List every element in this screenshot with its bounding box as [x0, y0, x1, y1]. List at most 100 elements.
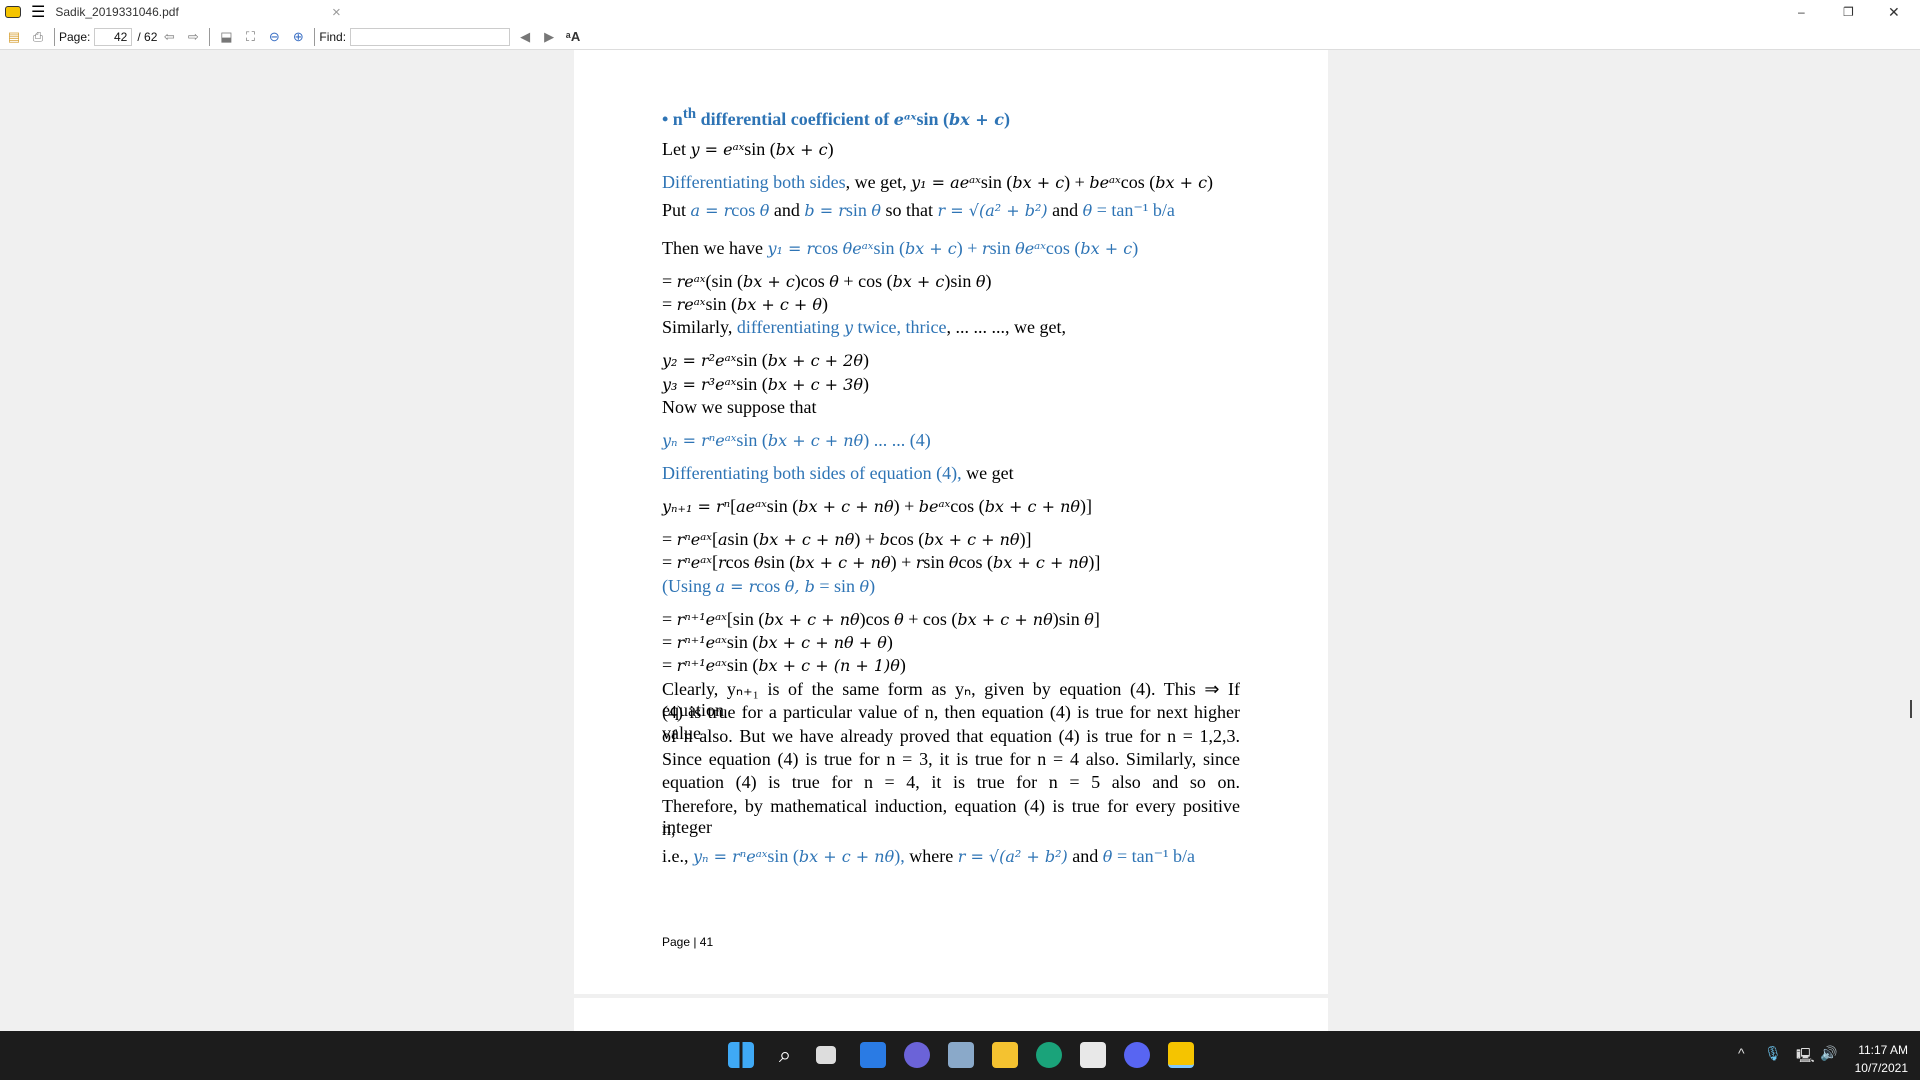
- minimize-button[interactable]: –: [1798, 5, 1805, 19]
- zoom-out-icon[interactable]: ⊖: [265, 28, 283, 46]
- match-case-icon[interactable]: ᵃA: [564, 28, 582, 46]
- paragraph-line: n,: [662, 818, 676, 839]
- text-run: bx + c: [742, 272, 795, 291]
- text-run: θ: [975, 272, 986, 291]
- widgets-icon[interactable]: [860, 1042, 886, 1068]
- text-run: y: [843, 318, 854, 337]
- close-window-button[interactable]: ✕: [1888, 4, 1900, 21]
- start-icon[interactable]: [728, 1042, 754, 1068]
- next-page-icon[interactable]: ⇨: [184, 28, 202, 46]
- text-run: b = r: [804, 201, 846, 220]
- text-run: cos: [725, 552, 755, 572]
- text-run: bx + c + nθ: [764, 610, 860, 629]
- text-run: sin (: [736, 350, 768, 370]
- equation-line: Then we have y₁ = rcos θeᵃˣsin (bx + c) …: [662, 238, 1138, 259]
- menu-icon[interactable]: ☰: [31, 2, 45, 22]
- photos-icon[interactable]: [948, 1042, 974, 1068]
- text-run: differential coefficient of: [696, 109, 894, 129]
- microphone-icon[interactable]: 🎙: [1764, 1045, 1782, 1062]
- equation-line: yₙ₊₁ = rⁿ[aeᵃˣsin (bx + c + nθ) + beᵃˣco…: [662, 496, 1092, 517]
- text-run: )sin: [944, 271, 976, 291]
- find-next-icon[interactable]: ▶: [540, 28, 558, 46]
- text-run: )cos: [794, 271, 830, 291]
- text-run: sin (: [705, 294, 737, 314]
- text-run: so that: [881, 200, 938, 220]
- equation-line: = rⁿ⁺¹eᵃˣ[sin (bx + c + nθ)cos θ + cos (…: [662, 609, 1100, 630]
- text-run: , ... ... ..., we get,: [946, 317, 1066, 337]
- text-run: yₙ₊₁ = rⁿ: [662, 497, 731, 516]
- text-run: twice, thrice: [853, 317, 947, 337]
- text-run: a = r: [690, 201, 732, 220]
- text-run: beᵃˣ: [1089, 173, 1121, 192]
- pdf-reader-taskbar-icon[interactable]: [1168, 1042, 1194, 1068]
- task-view-icon[interactable]: [816, 1046, 836, 1064]
- chat-icon[interactable]: [904, 1042, 930, 1068]
- text-run: differentiating: [736, 317, 844, 337]
- open-file-icon[interactable]: ▤: [5, 28, 23, 46]
- text-run: )]: [1019, 529, 1032, 549]
- page-label: Page:: [59, 29, 91, 44]
- text-run: bx + c + nθ: [795, 553, 891, 572]
- text-run: ): [899, 655, 906, 675]
- text-run: =: [662, 609, 677, 629]
- paragraph-line: equation (4) is true for n = 4, it is tr…: [662, 772, 1240, 793]
- text-run: rⁿeᵃˣ: [676, 553, 712, 572]
- text-run: i.e.,: [662, 846, 693, 866]
- find-input[interactable]: [350, 27, 511, 46]
- document-viewer[interactable]: • nth differential coefficient of eᵃˣsin…: [0, 50, 1920, 1038]
- text-run: sin (: [726, 632, 759, 652]
- page-number-input[interactable]: 42: [94, 27, 133, 46]
- clock[interactable]: 11:17 AM 10/7/2021: [1855, 1041, 1908, 1077]
- text-run: rⁿ⁺¹eᵃˣ: [676, 610, 727, 629]
- text-run: yₙ = rⁿeᵃˣ: [693, 847, 768, 866]
- text-run: cos: [731, 200, 760, 220]
- fit-width-icon[interactable]: ⬓: [217, 28, 235, 46]
- text-run: y₂ = r²eᵃˣ: [662, 351, 737, 370]
- previous-page-icon[interactable]: ⇦: [160, 28, 178, 46]
- text-run: = tan⁻¹ b/a: [1092, 200, 1175, 220]
- text-run: bx + c: [1155, 173, 1208, 192]
- text-run: = tan⁻¹ b/a: [1112, 846, 1195, 866]
- close-tab-icon[interactable]: ×: [332, 4, 341, 21]
- text-run: b: [879, 530, 890, 549]
- print-icon[interactable]: ⎙: [29, 28, 47, 46]
- text-run: bx + c + nθ: [798, 497, 894, 516]
- search-icon[interactable]: ⌕: [772, 1042, 798, 1068]
- discord-icon[interactable]: [1124, 1042, 1150, 1068]
- text-run: cos (: [950, 496, 985, 516]
- text-run: cos (: [958, 552, 994, 572]
- text-run: sin (: [766, 496, 799, 516]
- network-icon[interactable]: 🖳: [1796, 1045, 1815, 1069]
- scrollbar-thumb[interactable]: [1910, 700, 1912, 718]
- file-explorer-icon[interactable]: [992, 1042, 1018, 1068]
- text-run: ): [869, 576, 876, 596]
- zoom-in-icon[interactable]: ⊕: [289, 28, 307, 46]
- volume-icon[interactable]: 🔊: [1820, 1045, 1837, 1062]
- text-run: )sin: [1052, 609, 1085, 629]
- document-title: Sadik_2019331046.pdf: [55, 5, 179, 19]
- text-run: ): [1207, 172, 1214, 192]
- text-run: rⁿ⁺¹eᵃˣ: [676, 633, 727, 652]
- find-previous-icon[interactable]: ◀: [516, 28, 534, 46]
- equation-line: y₂ = r²eᵃˣsin (bx + c + 2θ): [662, 350, 869, 371]
- fit-page-icon[interactable]: ⛶: [241, 28, 259, 46]
- maximize-button[interactable]: ❐: [1843, 5, 1854, 19]
- text-run: θeᵃˣ: [842, 239, 874, 258]
- text-run: =: [662, 552, 677, 572]
- text-run: y₁ = aeᵃˣ: [911, 173, 981, 192]
- text-run: aeᵃˣ: [736, 497, 767, 516]
- text-run: )]: [1088, 552, 1101, 572]
- store-icon[interactable]: [1080, 1042, 1106, 1068]
- text-run: sin (: [736, 374, 768, 394]
- text-run: θ: [871, 201, 882, 220]
- equation-line: Differentiating both sides of equation (…: [662, 463, 1014, 484]
- text-run: sin (: [767, 846, 799, 866]
- text-run: bx + c: [1080, 239, 1133, 258]
- text-run: θ: [948, 553, 959, 572]
- edge-icon[interactable]: [1036, 1042, 1062, 1068]
- text-run: θ: [859, 577, 870, 596]
- show-hidden-icons[interactable]: ^: [1738, 1045, 1745, 1061]
- text-run: bx + c: [892, 272, 945, 291]
- text-run: cos (: [889, 529, 925, 549]
- text-run: and: [769, 200, 805, 220]
